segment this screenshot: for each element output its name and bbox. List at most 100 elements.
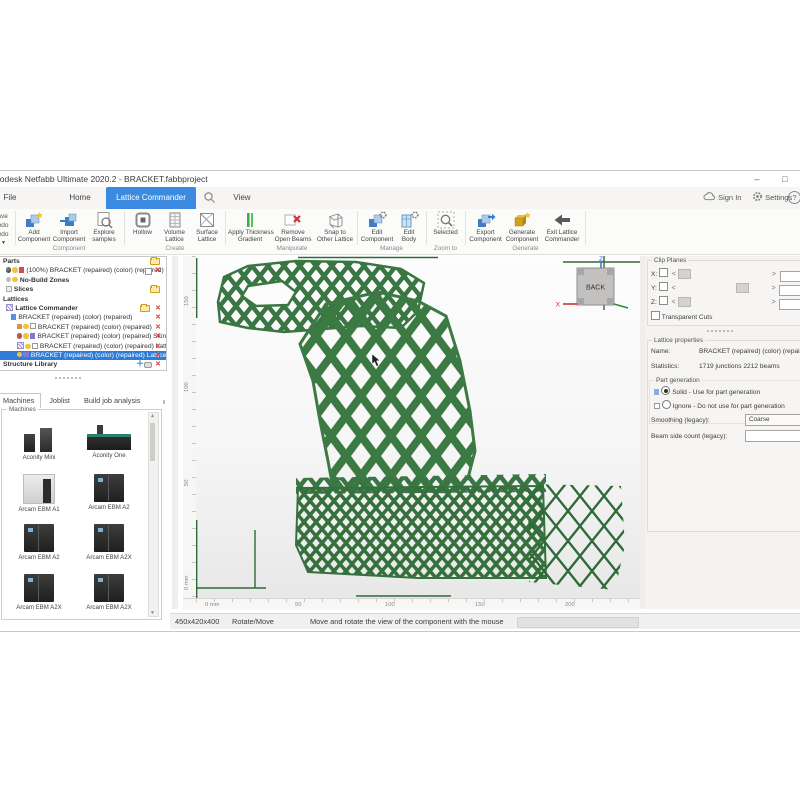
settings-button[interactable]: Settings — [752, 190, 792, 206]
ignore-radio[interactable] — [662, 400, 671, 409]
volume-lattice-button[interactable]: Volume Lattice — [159, 211, 190, 243]
smoothing-dropdown[interactable]: Coarse — [745, 414, 800, 426]
visibility-icon[interactable] — [23, 333, 29, 339]
tab-home[interactable]: Home — [56, 187, 104, 209]
machine-item[interactable]: Arcam EBM A2X — [78, 524, 140, 561]
redo-button[interactable]: Redo — [0, 230, 9, 239]
help-button[interactable]: ? — [788, 190, 800, 206]
machine-item[interactable]: Arcam EBM A2 — [78, 474, 140, 511]
detail-icon[interactable] — [145, 268, 152, 275]
clip-z-increase-button[interactable]: > — [770, 298, 778, 308]
tree-header-slices[interactable]: Slices — [0, 285, 166, 294]
delete-icon[interactable]: ✕ — [155, 360, 161, 369]
qat-dropdown-icon[interactable]: ▼ — [0, 239, 9, 248]
import-component-button[interactable]: Import Component — [52, 211, 86, 243]
clip-z-checkbox[interactable] — [659, 296, 668, 305]
visibility-icon[interactable] — [17, 352, 23, 358]
scroll-up-icon[interactable]: ▲ — [149, 413, 156, 419]
machine-item[interactable]: Aconity Mini — [8, 424, 70, 461]
machines-scrollbar[interactable]: ▲ ▼ — [148, 412, 159, 617]
tree-item[interactable]: BRACKET (repaired) (color) (repaired) La… — [0, 342, 166, 351]
tree-item[interactable]: (100%) BRACKET (repaired) (color) (repai… — [0, 266, 166, 275]
remove-open-beams-button[interactable]: Remove Open Beams — [273, 211, 313, 243]
machine-item[interactable]: Aconity One — [78, 424, 140, 459]
ignore-option-row[interactable]: Ignore - Do not use for part generation — [653, 400, 785, 410]
machine-item[interactable]: Arcam EBM A2 — [8, 524, 70, 561]
generate-component-button[interactable]: Generate Component — [504, 211, 540, 243]
hollow-button[interactable]: Hollow — [127, 211, 158, 236]
explore-samples-button[interactable]: Explore samples — [87, 211, 121, 243]
delete-icon[interactable]: ✕ — [155, 332, 161, 341]
machine-item[interactable]: Arcam EBM A1 — [8, 474, 70, 513]
clip-y-value[interactable]: 204 — [779, 285, 800, 296]
visibility-icon[interactable] — [23, 324, 29, 330]
tree-header-no-build-zones[interactable]: No-Build Zones — [0, 276, 166, 285]
add-structure-icon[interactable]: ＋ — [136, 359, 144, 368]
transparent-cuts-checkbox[interactable] — [651, 311, 660, 320]
tree-header-parts[interactable]: Parts — [0, 257, 166, 266]
delete-icon[interactable]: ✕ — [155, 304, 161, 313]
clip-z-slider[interactable] — [678, 297, 770, 305]
library-icon[interactable] — [144, 362, 152, 368]
sign-in-button[interactable]: Sign In — [703, 190, 741, 206]
clip-z-value[interactable]: 0 — [779, 299, 800, 310]
surface-lattice-button[interactable]: Surface Lattice — [191, 211, 223, 243]
machine-item[interactable]: Arcam EBM A2X — [8, 574, 70, 611]
tree-item[interactable]: BRACKET (repaired) (color) (repaired) Sk… — [0, 332, 166, 341]
clip-y-slider[interactable] — [678, 283, 770, 291]
clip-x-slider[interactable] — [678, 269, 770, 277]
add-component-button[interactable]: Add Component — [17, 211, 51, 243]
navigation-cube[interactable]: BACK Z X — [556, 256, 628, 309]
clip-y-checkbox[interactable] — [659, 282, 668, 291]
beam-side-count-input[interactable] — [745, 430, 800, 442]
scrollbar-thumb[interactable] — [150, 423, 155, 461]
exit-lattice-commander-button[interactable]: Exit Lattice Commander — [541, 211, 583, 243]
snap-to-other-lattice-button[interactable]: Snap to Other Lattice — [314, 211, 356, 243]
transparent-cuts-row[interactable]: Transparent Cuts — [651, 311, 712, 321]
tree-item-lattice-commander[interactable]: Lattice Commander ✕ — [0, 304, 166, 313]
tab-view[interactable]: View — [222, 187, 262, 209]
tab-lattice-commander[interactable]: Lattice Commander — [106, 187, 196, 209]
left-splitter[interactable] — [172, 256, 178, 609]
clip-x-checkbox[interactable] — [659, 268, 668, 277]
export-component-button[interactable]: Export Component — [468, 211, 503, 243]
solid-option-row[interactable]: Solid - Use for part generation — [653, 386, 760, 396]
maximize-button[interactable]: □ — [776, 173, 794, 185]
tab-joblist[interactable]: Joblist — [43, 394, 76, 408]
clip-z-decrease-button[interactable]: < — [670, 298, 678, 308]
solid-icon — [23, 352, 29, 358]
3d-canvas[interactable]: BACK Z X — [196, 256, 640, 598]
right-panel-splitter-handle[interactable] — [707, 330, 733, 332]
tree-item[interactable]: BRACKET (repaired) (color) (repaired) ✕ — [0, 313, 166, 322]
tree-header-structure-library[interactable]: Structure Library ＋ ✕ — [0, 360, 166, 369]
delete-icon[interactable]: ✕ — [155, 351, 161, 360]
visibility-icon[interactable] — [12, 267, 18, 273]
delete-icon[interactable]: ✕ — [155, 266, 161, 275]
search-icon[interactable] — [199, 187, 219, 209]
minimize-button[interactable]: – — [748, 173, 766, 185]
scroll-down-icon[interactable]: ▼ — [149, 610, 156, 616]
clip-y-increase-button[interactable]: > — [770, 284, 778, 294]
undo-button[interactable]: Undo — [0, 221, 9, 230]
save-button[interactable]: Save — [0, 212, 9, 221]
clip-y-decrease-button[interactable]: < — [670, 284, 678, 294]
solid-radio[interactable] — [661, 386, 670, 395]
viewport[interactable]: 150 100 50 0 mm 0 mm 50 100 150 200 — [183, 256, 640, 609]
apply-thickness-gradient-button[interactable]: Apply Thickness Gradient — [228, 211, 272, 243]
tab-file[interactable]: File — [0, 187, 26, 209]
visibility-icon[interactable] — [25, 344, 31, 350]
edit-component-button[interactable]: Edit Component — [360, 211, 394, 243]
clip-x-value[interactable]: 0 — [780, 271, 800, 282]
delete-icon[interactable]: ✕ — [155, 313, 161, 322]
visibility-icon[interactable] — [12, 277, 18, 283]
clip-x-increase-button[interactable]: > — [770, 270, 778, 280]
delete-icon[interactable]: ✕ — [155, 342, 161, 351]
delete-icon[interactable]: ✕ — [155, 323, 161, 332]
panel-splitter-handle[interactable] — [55, 377, 81, 379]
machine-item[interactable]: Arcam EBM A2X — [78, 574, 140, 611]
tab-build-job-analysis[interactable]: Build job analysis — [78, 394, 146, 408]
zoom-selected-button[interactable]: Selected — [429, 211, 462, 236]
tree-item[interactable]: BRACKET (repaired) (color) (repaired) ✕ — [0, 323, 166, 332]
edit-body-button[interactable]: Edit Body — [395, 211, 423, 243]
clip-x-decrease-button[interactable]: < — [670, 270, 678, 280]
